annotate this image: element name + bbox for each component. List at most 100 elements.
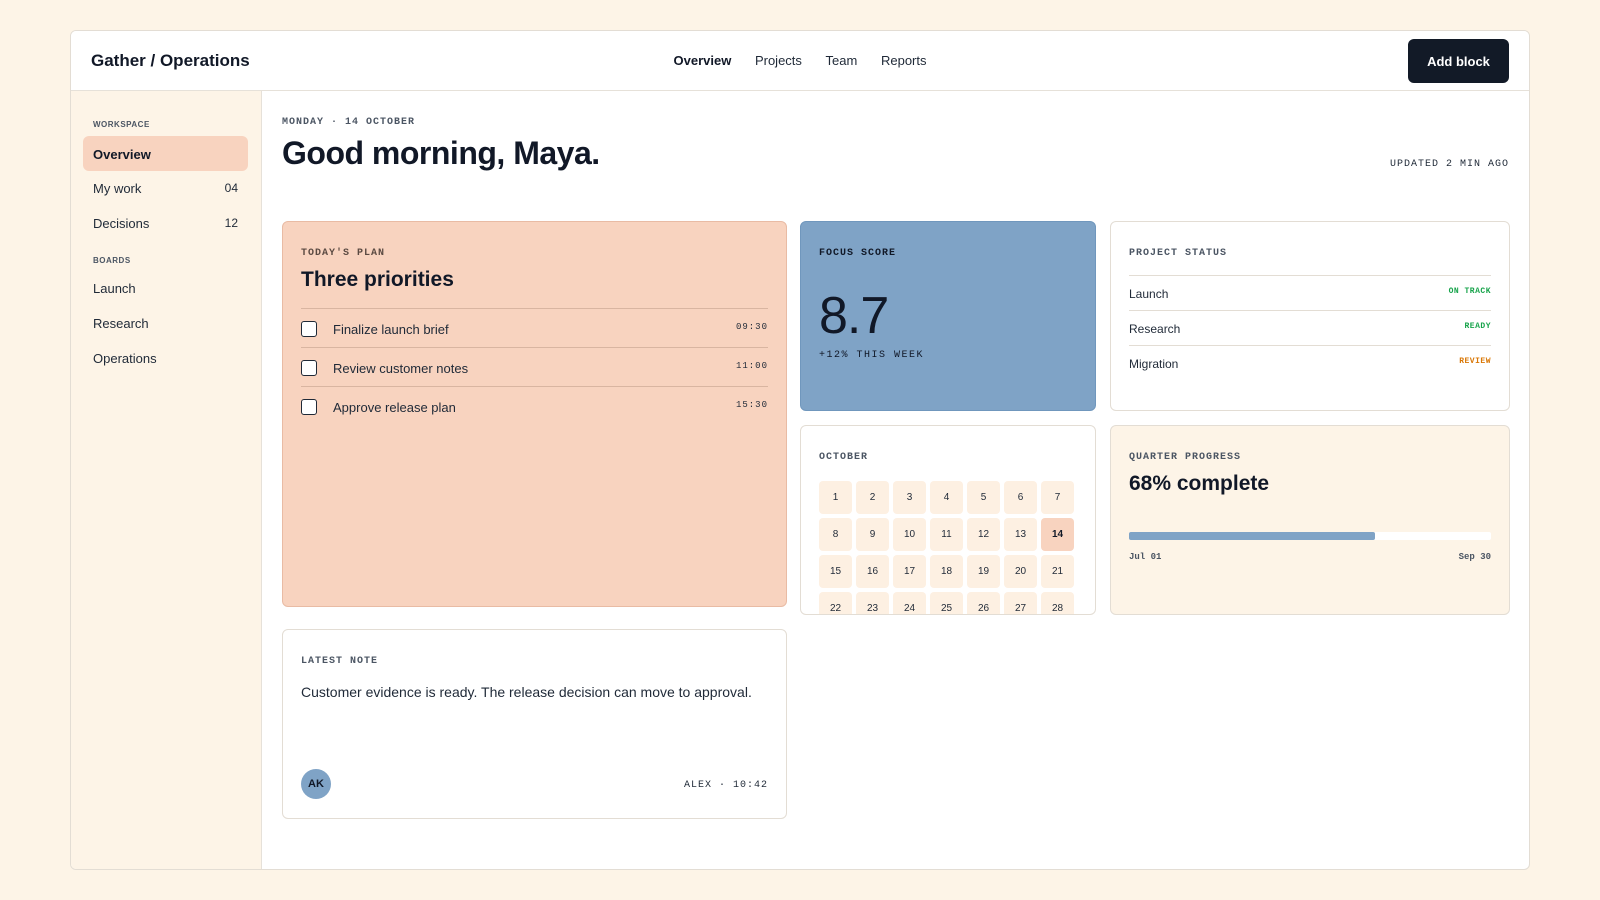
task-checkbox[interactable] bbox=[301, 321, 317, 337]
project-name: Launch bbox=[1129, 287, 1169, 301]
calendar-day[interactable]: 13 bbox=[1004, 518, 1037, 551]
calendar-day[interactable]: 18 bbox=[930, 555, 963, 588]
progress-bar-fill bbox=[1129, 532, 1376, 540]
task-row: Review customer notes 11:00 bbox=[301, 347, 768, 386]
status-badge: READY bbox=[1464, 322, 1491, 331]
calendar-day[interactable]: 10 bbox=[893, 518, 926, 551]
nav-reports[interactable]: Reports bbox=[881, 53, 927, 68]
task-checkbox[interactable] bbox=[301, 399, 317, 415]
task-name: Approve release plan bbox=[333, 400, 456, 415]
calendar-day[interactable]: 23 bbox=[856, 592, 889, 614]
sidebar-item-label: My work bbox=[93, 181, 142, 196]
sidebar-item-decisions[interactable]: Decisions 12 bbox=[83, 205, 248, 240]
note-author-time: ALEX · 10:42 bbox=[683, 780, 768, 791]
sidebar-item-label: Launch bbox=[93, 281, 136, 296]
updated-status: UPDATED 2 MIN AGO bbox=[1389, 159, 1509, 170]
avatar[interactable]: AK bbox=[301, 769, 331, 799]
sidebar: WORKSPACE Overview My work 04 Decisions … bbox=[71, 91, 262, 869]
calendar-day[interactable]: 14 bbox=[1041, 518, 1074, 551]
sidebar-item-operations[interactable]: Operations bbox=[83, 340, 248, 375]
project-name: Research bbox=[1129, 322, 1181, 336]
note-text: Customer evidence is ready. The release … bbox=[301, 684, 752, 700]
task-time: 09:30 bbox=[735, 322, 768, 332]
card-label: PROJECT STATUS bbox=[1129, 248, 1228, 259]
calendar-day[interactable]: 6 bbox=[1004, 481, 1037, 514]
app-window: Gather / Operations Overview Projects Te… bbox=[70, 30, 1530, 870]
status-row-research[interactable]: Research READY bbox=[1129, 310, 1491, 345]
card-label: FOCUS SCORE bbox=[819, 248, 897, 259]
quarter-title: 68% complete bbox=[1129, 472, 1270, 495]
calendar-card: OCTOBER 1 2 3 4 5 6 7 8 9 10 11 12 13 14 15 16 17 18 19 20 2… bbox=[800, 425, 1096, 615]
status-badge: REVIEW bbox=[1459, 357, 1491, 366]
quarter-progress-card: QUARTER PROGRESS 68% complete Jul 01 Sep… bbox=[1110, 425, 1510, 615]
status-row-migration[interactable]: Migration REVIEW bbox=[1129, 345, 1491, 380]
add-block-button[interactable]: Add block bbox=[1408, 39, 1509, 83]
sidebar-section-workspace: WORKSPACE bbox=[93, 120, 150, 129]
sidebar-item-label: Operations bbox=[93, 351, 157, 366]
status-badge: ON TRACK bbox=[1448, 287, 1491, 296]
calendar-day[interactable]: 22 bbox=[819, 592, 852, 614]
focus-score-card: FOCUS SCORE 8.7 +12% THIS WEEK bbox=[800, 221, 1096, 411]
sidebar-item-research[interactable]: Research bbox=[83, 305, 248, 340]
sidebar-section-boards: BOARDS bbox=[93, 256, 131, 265]
top-nav: Overview Projects Team Reports bbox=[71, 53, 1529, 68]
project-name: Migration bbox=[1129, 357, 1179, 371]
focus-score-change: +12% THIS WEEK bbox=[819, 350, 925, 361]
main-content: MONDAY · 14 OCTOBER Good morning, Maya. … bbox=[262, 91, 1529, 869]
task-row: Finalize launch brief 09:30 bbox=[301, 308, 768, 347]
progress-bar bbox=[1129, 532, 1491, 540]
page-title: Good morning, Maya. bbox=[282, 135, 600, 171]
task-name: Finalize launch brief bbox=[333, 322, 449, 337]
task-name: Review customer notes bbox=[333, 361, 469, 376]
sidebar-item-label: Overview bbox=[93, 147, 151, 162]
calendar-day[interactable]: 4 bbox=[930, 481, 963, 514]
focus-score-value: 8.7 bbox=[819, 287, 889, 345]
task-row: Approve release plan 15:30 bbox=[301, 386, 768, 425]
card-label: LATEST NOTE bbox=[301, 656, 379, 667]
calendar-day[interactable]: 15 bbox=[819, 555, 852, 588]
sidebar-item-label: Decisions bbox=[93, 216, 150, 231]
card-label: QUARTER PROGRESS bbox=[1129, 452, 1242, 463]
calendar-day[interactable]: 28 bbox=[1041, 592, 1074, 614]
calendar-day[interactable]: 26 bbox=[967, 592, 1000, 614]
sidebar-item-count: 04 bbox=[224, 181, 238, 195]
calendar-day[interactable]: 27 bbox=[1004, 592, 1037, 614]
calendar-day[interactable]: 17 bbox=[893, 555, 926, 588]
calendar-day[interactable]: 25 bbox=[930, 592, 963, 614]
nav-projects[interactable]: Projects bbox=[755, 53, 802, 68]
calendar-day[interactable]: 1 bbox=[819, 481, 852, 514]
task-checkbox[interactable] bbox=[301, 360, 317, 376]
calendar-day[interactable]: 21 bbox=[1041, 555, 1074, 588]
sidebar-item-launch[interactable]: Launch bbox=[83, 270, 248, 305]
project-status-card: PROJECT STATUS Launch ON TRACK Research … bbox=[1110, 221, 1510, 411]
nav-team[interactable]: Team bbox=[826, 53, 858, 68]
calendar-day[interactable]: 12 bbox=[967, 518, 1000, 551]
task-time: 15:30 bbox=[735, 400, 768, 410]
sidebar-item-overview[interactable]: Overview bbox=[83, 136, 248, 171]
calendar-day[interactable]: 9 bbox=[856, 518, 889, 551]
calendar-day[interactable]: 19 bbox=[967, 555, 1000, 588]
calendar-day[interactable]: 2 bbox=[856, 481, 889, 514]
latest-note-card: LATEST NOTE Customer evidence is ready. … bbox=[282, 629, 787, 819]
sidebar-item-label: Research bbox=[93, 316, 149, 331]
card-label: TODAY'S PLAN bbox=[301, 248, 386, 259]
calendar-day[interactable]: 7 bbox=[1041, 481, 1074, 514]
sidebar-item-count: 12 bbox=[224, 216, 238, 230]
nav-overview[interactable]: Overview bbox=[674, 53, 732, 68]
calendar-day[interactable]: 24 bbox=[893, 592, 926, 614]
plan-title: Three priorities bbox=[301, 268, 454, 291]
progress-start-date: Jul 01 bbox=[1129, 552, 1162, 562]
sidebar-item-my-work[interactable]: My work 04 bbox=[83, 170, 248, 205]
calendar-day[interactable]: 20 bbox=[1004, 555, 1037, 588]
calendar-day[interactable]: 3 bbox=[893, 481, 926, 514]
date-line: MONDAY · 14 OCTOBER bbox=[282, 117, 416, 128]
progress-end-date: Sep 30 bbox=[1458, 552, 1491, 562]
plan-card: TODAY'S PLAN Three priorities Finalize l… bbox=[282, 221, 787, 607]
calendar-day[interactable]: 8 bbox=[819, 518, 852, 551]
calendar-day[interactable]: 16 bbox=[856, 555, 889, 588]
task-time: 11:00 bbox=[735, 361, 768, 371]
calendar-day[interactable]: 5 bbox=[967, 481, 1000, 514]
status-row-launch[interactable]: Launch ON TRACK bbox=[1129, 275, 1491, 310]
top-bar: Gather / Operations Overview Projects Te… bbox=[71, 31, 1529, 91]
calendar-day[interactable]: 11 bbox=[930, 518, 963, 551]
